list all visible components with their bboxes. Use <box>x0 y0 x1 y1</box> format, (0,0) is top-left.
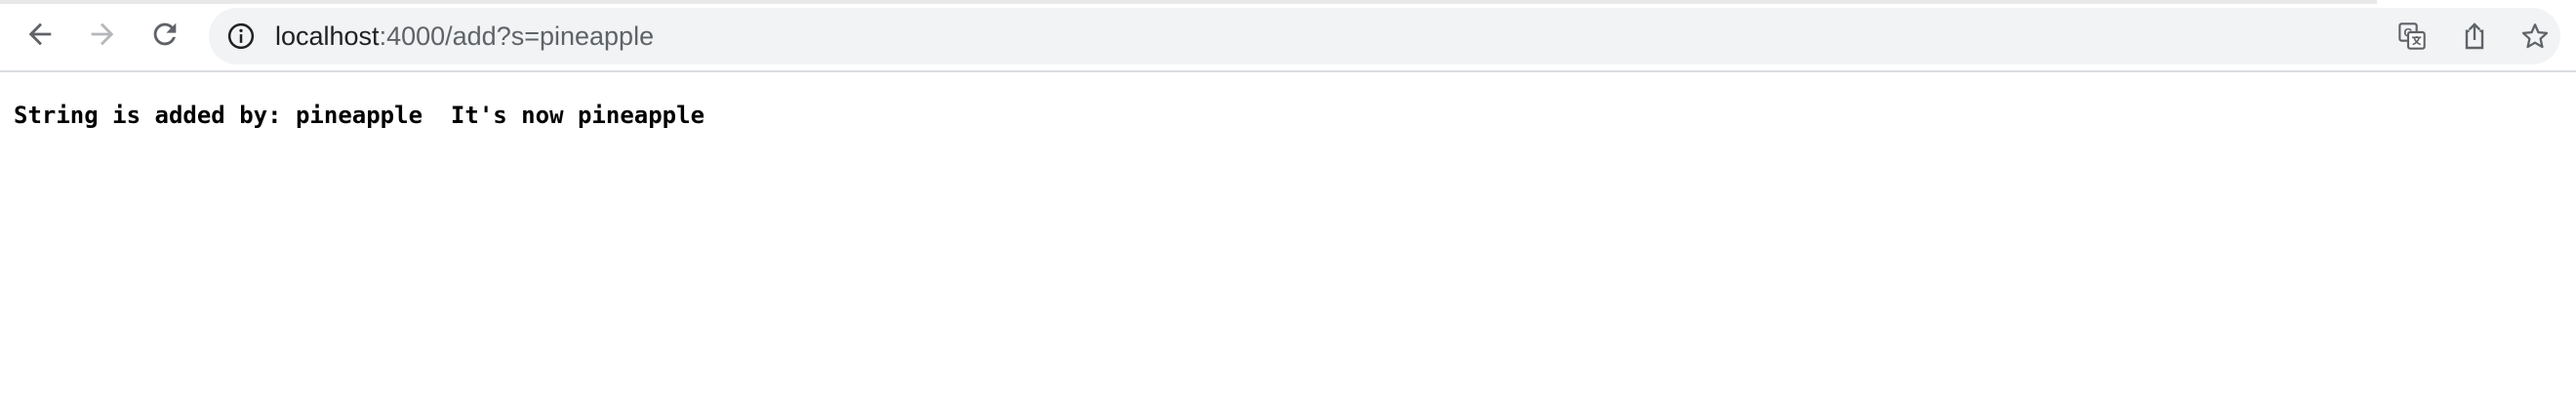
url-text[interactable]: localhost:4000/add?s=pineapple <box>275 8 654 64</box>
share-icon <box>2465 22 2484 50</box>
page-message: String is added by: pineapple It's now p… <box>14 102 705 129</box>
bookmark-button[interactable] <box>2517 19 2553 54</box>
forward-button[interactable] <box>80 12 125 57</box>
tab-strip-edge <box>0 0 2377 4</box>
arrow-right-icon <box>91 22 114 46</box>
url-path: :4000/add?s=pineapple <box>379 21 655 51</box>
reload-icon <box>153 22 177 46</box>
translate-icon: G <box>2398 22 2426 50</box>
reload-button[interactable] <box>142 12 187 57</box>
info-icon[interactable] <box>226 21 256 51</box>
translate-button[interactable]: G <box>2395 19 2430 54</box>
url-host: localhost <box>275 21 380 51</box>
share-button[interactable] <box>2457 19 2492 54</box>
arrow-left-icon <box>28 22 52 46</box>
address-bar[interactable]: localhost:4000/add?s=pineapple G <box>209 8 2560 64</box>
back-button[interactable] <box>18 12 62 57</box>
browser-toolbar: localhost:4000/add?s=pineapple G <box>0 0 2576 72</box>
star-icon <box>2521 23 2549 49</box>
